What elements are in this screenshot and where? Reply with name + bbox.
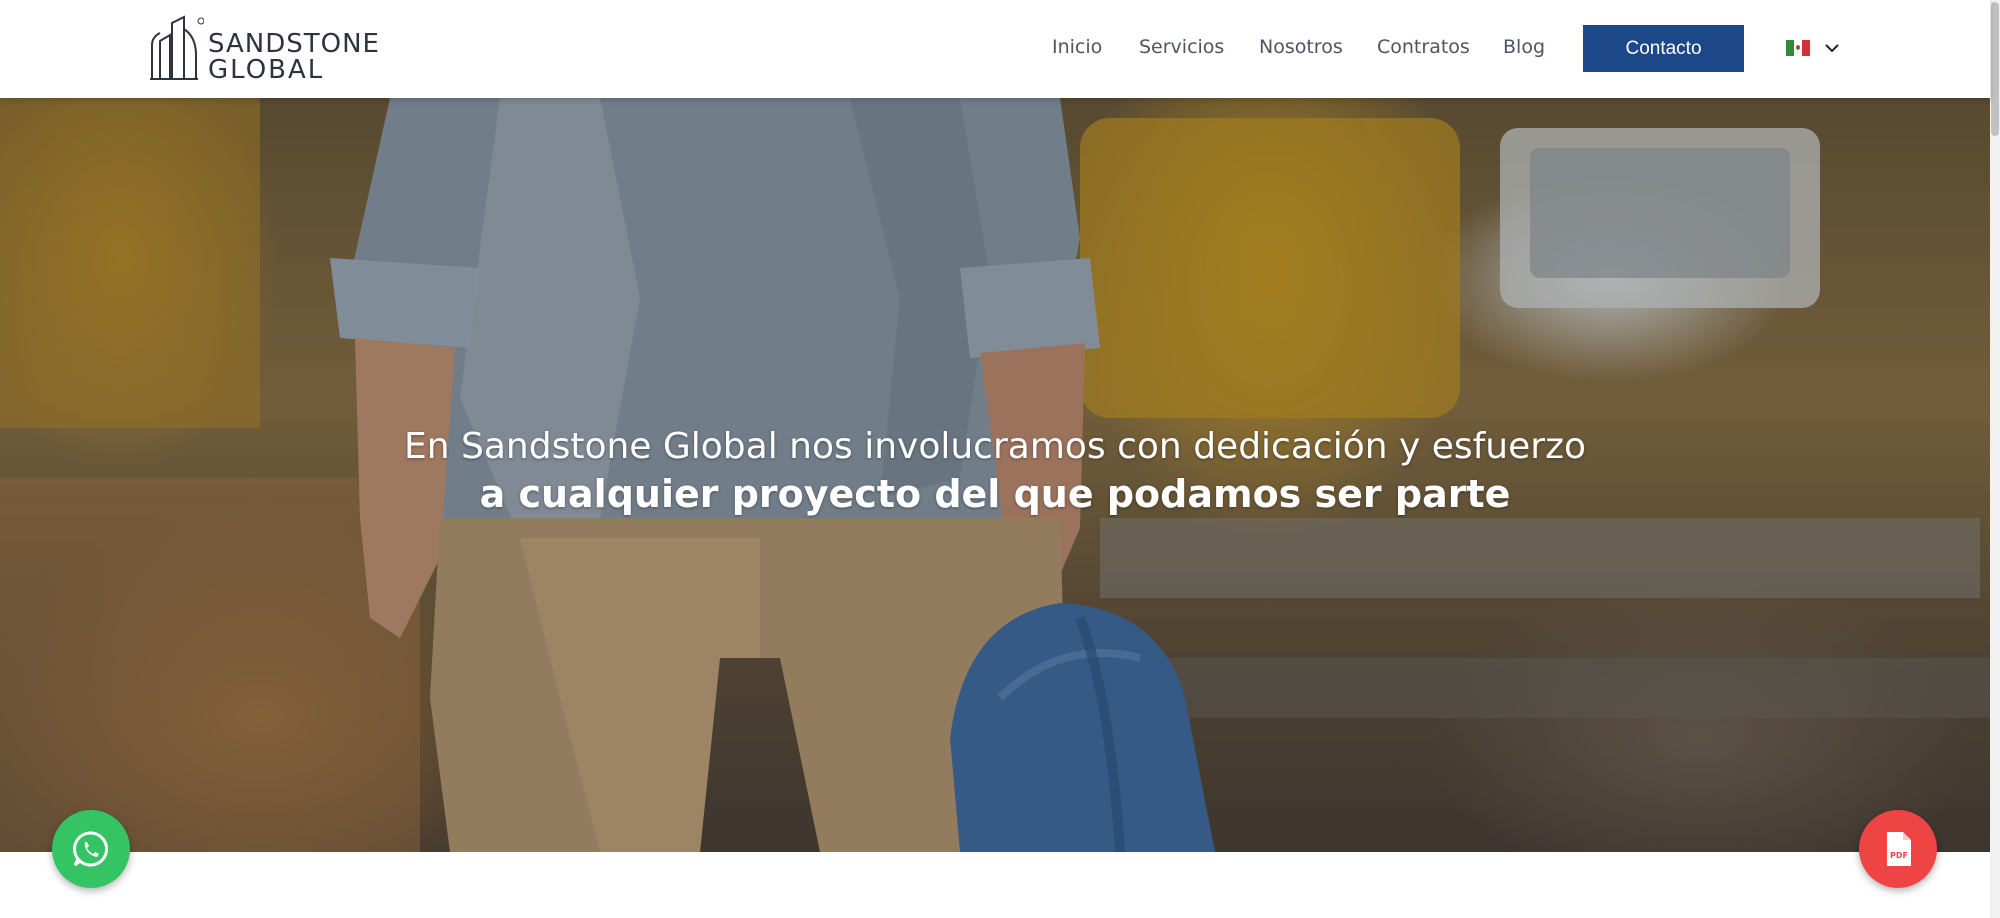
site-header: SANDSTONE GLOBAL Inicio Servicios Nosotr… (0, 0, 1990, 98)
hero-subheadline: a cualquier proyecto del que podamos ser… (479, 472, 1511, 516)
contact-button[interactable]: Contacto (1583, 25, 1744, 72)
whatsapp-icon (73, 831, 109, 867)
nav-item-nosotros[interactable]: Nosotros (1259, 36, 1343, 58)
hero-banner: En Sandstone Global nos involucramos con… (0, 98, 1990, 852)
nav-item-blog[interactable]: Blog (1503, 36, 1545, 58)
chevron-down-icon (1825, 44, 1839, 53)
nav-item-inicio[interactable]: Inicio (1052, 36, 1102, 58)
nav-item-servicios[interactable]: Servicios (1139, 36, 1224, 58)
scrollbar-thumb[interactable] (1991, 2, 1999, 136)
svg-text:PDF: PDF (1890, 851, 1908, 860)
pdf-download-button[interactable]: PDF (1859, 810, 1937, 888)
nav-item-contratos[interactable]: Contratos (1377, 36, 1470, 58)
brand-name-line2: GLOBAL (208, 55, 325, 85)
page: SANDSTONE GLOBAL Inicio Servicios Nosotr… (0, 0, 2000, 918)
mexico-flag-icon (1786, 40, 1810, 56)
language-selector[interactable] (1786, 38, 1844, 60)
brand-logo[interactable]: SANDSTONE GLOBAL (148, 15, 379, 85)
hero-headline: En Sandstone Global nos involucramos con… (403, 426, 1586, 467)
pdf-file-icon: PDF (1887, 832, 1911, 866)
whatsapp-button[interactable] (52, 810, 130, 888)
building-outline-logo-icon (150, 15, 204, 80)
page-scrollbar[interactable] (1990, 0, 2000, 918)
